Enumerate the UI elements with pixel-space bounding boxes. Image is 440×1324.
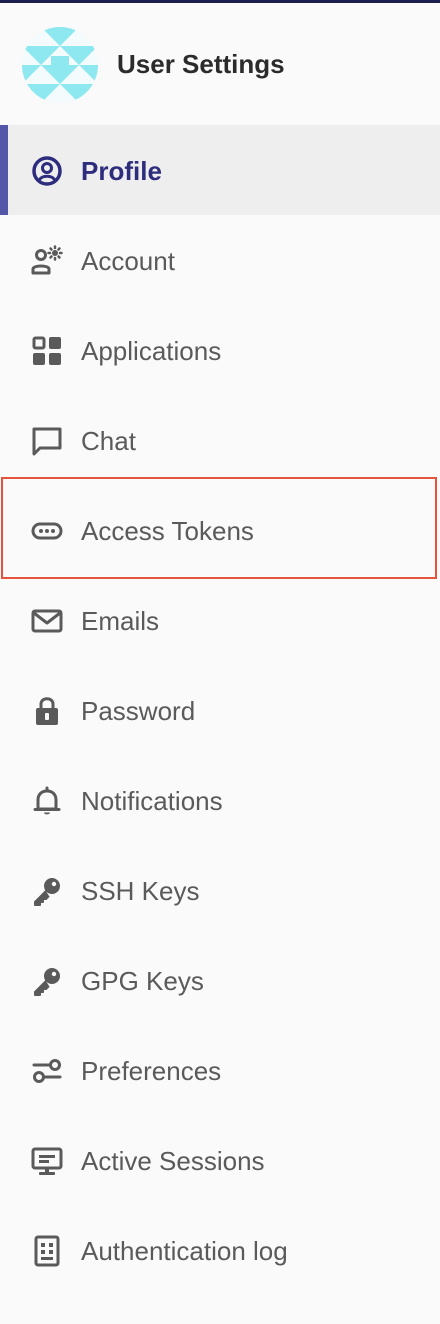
sidebar-item-label: Authentication log: [81, 1236, 288, 1266]
sidebar-item-label: Access Tokens: [81, 516, 254, 546]
sidebar-item-label: SSH Keys: [81, 876, 200, 906]
sidebar-item-authentication-log[interactable]: Authentication log: [0, 1205, 440, 1295]
sidebar-item-label: Notifications: [81, 786, 223, 816]
sidebar-item-access-tokens[interactable]: Access Tokens: [0, 485, 440, 575]
page-title: User Settings: [117, 49, 285, 79]
sidebar-item-label: Profile: [81, 156, 162, 186]
sidebar-item-profile[interactable]: Profile: [0, 125, 440, 215]
sidebar-header: User Settings: [0, 6, 440, 124]
sidebar-item-label: Emails: [81, 606, 160, 636]
key-icon: [34, 878, 60, 906]
log-icon: [34, 1235, 60, 1267]
sidebar-item-label: Password: [81, 696, 196, 726]
mail-icon: [31, 609, 63, 633]
sidebar-item-active-sessions[interactable]: Active Sessions: [0, 1115, 440, 1205]
sidebar-item-preferences[interactable]: Preferences: [0, 1025, 440, 1115]
sidebar-item-notifications[interactable]: Notifications: [0, 755, 440, 845]
sidebar-item-chat[interactable]: Chat: [0, 395, 440, 485]
key-icon: [34, 968, 60, 996]
sidebar-item-emails[interactable]: Emails: [0, 575, 440, 665]
settings-nav: Profile Account Applications Chat Access…: [0, 125, 440, 1295]
sidebar-item-password[interactable]: Password: [0, 665, 440, 755]
sidebar-item-account[interactable]: Account: [0, 215, 440, 305]
settings-sidebar: User Settings Profile Account Applicatio…: [0, 0, 440, 1324]
sidebar-item-gpg-keys[interactable]: GPG Keys: [0, 935, 440, 1025]
chat-icon: [32, 427, 62, 456]
monitor-icon: [31, 1147, 63, 1175]
sidebar-item-ssh-keys[interactable]: SSH Keys: [0, 845, 440, 935]
sidebar-item-label: Account: [81, 246, 175, 276]
account-settings-icon: [31, 245, 63, 275]
applications-grid-icon: [32, 336, 61, 365]
lock-icon: [36, 697, 58, 725]
sidebar-item-label: Active Sessions: [81, 1146, 265, 1176]
sidebar-item-label: Preferences: [81, 1056, 222, 1086]
sidebar-item-label: GPG Keys: [81, 966, 204, 996]
sidebar-item-label: Chat: [81, 426, 136, 456]
bell-icon: [33, 786, 61, 815]
preferences-icon: [32, 1059, 62, 1083]
sidebar-item-label: Applications: [81, 336, 222, 366]
sidebar-item-applications[interactable]: Applications: [0, 305, 440, 395]
token-icon: [31, 522, 63, 540]
profile-icon: [32, 156, 62, 186]
avatar[interactable]: [22, 27, 98, 103]
avatar-identicon: [22, 27, 98, 103]
